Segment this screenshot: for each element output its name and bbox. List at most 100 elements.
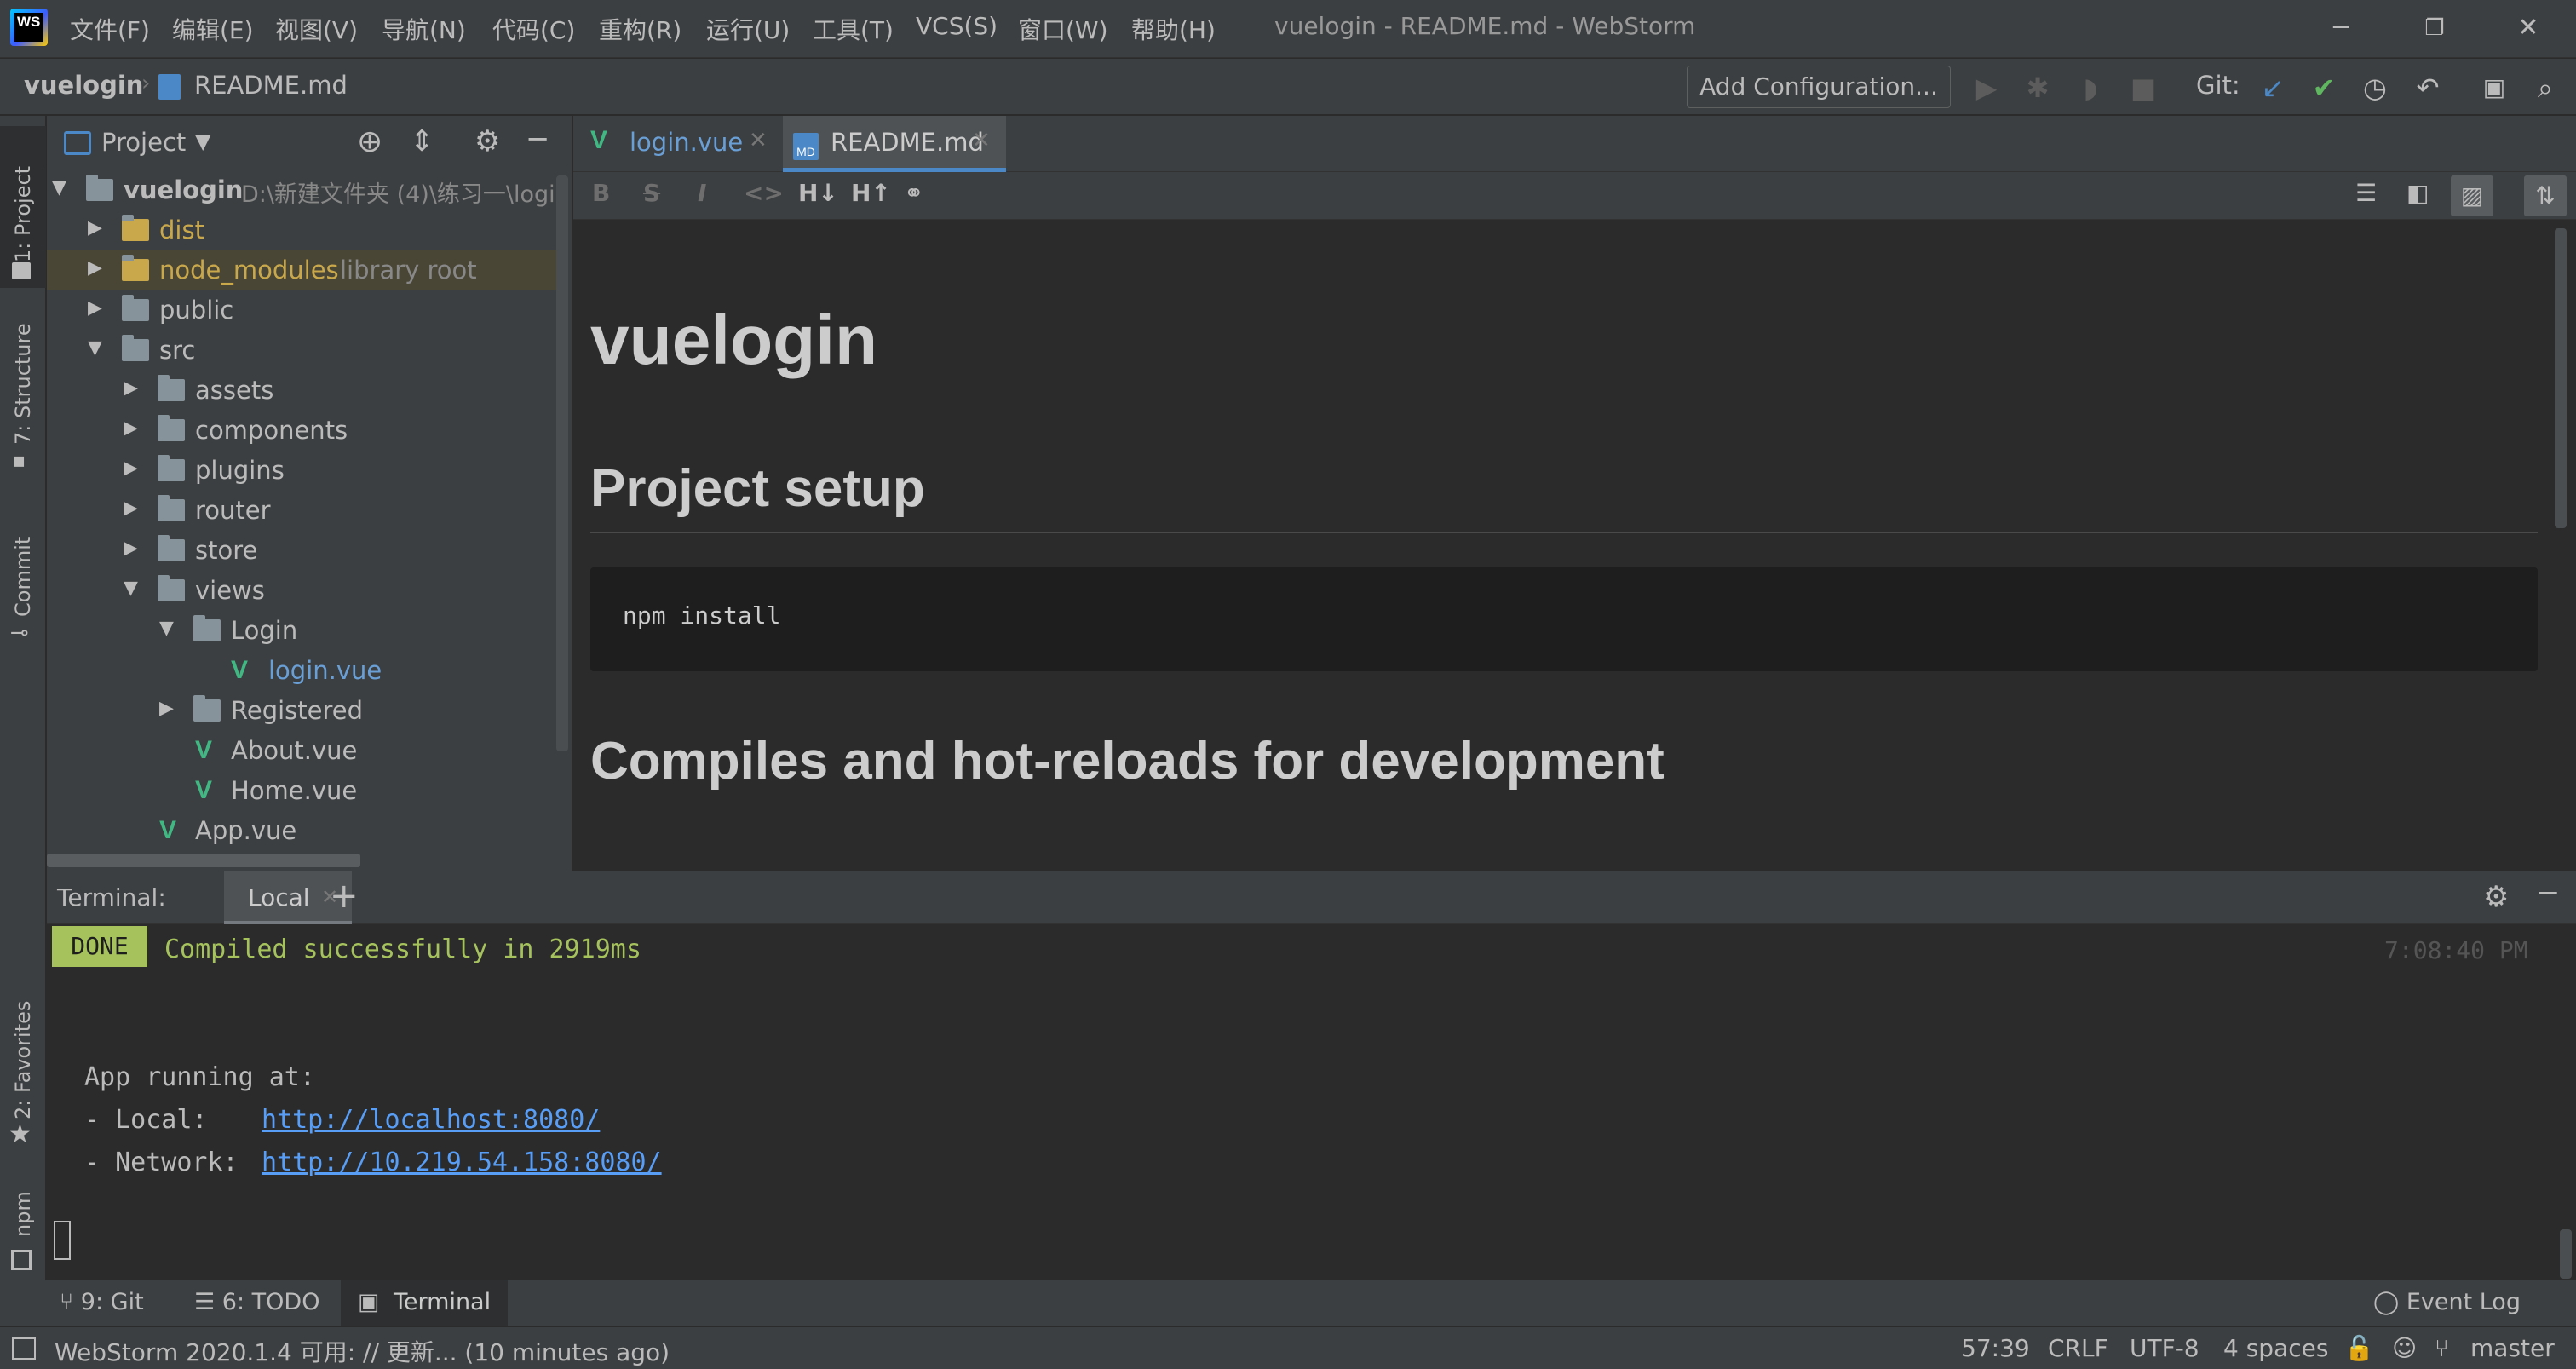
rollback-icon[interactable]: ↶ xyxy=(2409,69,2447,106)
line-separator[interactable]: CRLF xyxy=(2048,1334,2108,1362)
collapsed-arrow-icon[interactable]: ▶ xyxy=(124,417,138,439)
inspector-icon[interactable]: ☺ xyxy=(2392,1334,2417,1362)
header-down-button[interactable]: H↓ xyxy=(798,179,838,207)
tree-item-about-vue[interactable]: V About.vue xyxy=(47,731,566,771)
menu-help[interactable]: 帮助(H) xyxy=(1131,12,1216,46)
menu-run[interactable]: 运行(U) xyxy=(706,12,790,46)
restore-button[interactable]: ❐ xyxy=(2409,9,2460,48)
terminal-scrollbar[interactable] xyxy=(2560,1229,2572,1279)
tree-item-src[interactable]: ▼ src xyxy=(47,331,566,371)
gear-icon[interactable]: ⚙ xyxy=(2483,880,2509,914)
close-tab-icon[interactable]: ✕ xyxy=(972,128,991,153)
link-icon[interactable]: ⚭ xyxy=(904,179,923,207)
debug-icon[interactable]: ✱ xyxy=(2019,69,2056,106)
tree-item-app-vue[interactable]: V App.vue xyxy=(47,811,566,851)
menu-file[interactable]: 文件(F) xyxy=(70,12,150,46)
git-update-icon[interactable]: ↙ xyxy=(2254,69,2291,106)
italic-button[interactable]: I xyxy=(698,179,706,207)
collapsed-arrow-icon[interactable]: ▶ xyxy=(124,538,138,559)
menu-tools[interactable]: 工具(T) xyxy=(813,12,894,46)
add-configuration-button[interactable]: Add Configuration... xyxy=(1687,66,1951,108)
tree-root[interactable]: ▼ vuelogin D:\新建文件夹 (4)\练习一\logi xyxy=(47,170,566,210)
menu-edit[interactable]: 编辑(E) xyxy=(172,12,254,46)
tree-item-login-vue[interactable]: V login.vue xyxy=(47,651,566,691)
event-log-button[interactable]: ◯ Event Log xyxy=(2373,1289,2521,1315)
breadcrumb-project[interactable]: vuelogin xyxy=(24,71,143,100)
local-url-link[interactable]: http://localhost:8080/ xyxy=(262,1105,600,1135)
terminal-cursor[interactable] xyxy=(54,1221,71,1260)
tab-login-vue[interactable]: V login.vue ✕ xyxy=(573,116,776,172)
tree-item-router[interactable]: ▶ router xyxy=(47,491,566,531)
expanded-arrow-icon[interactable]: ▼ xyxy=(88,337,102,359)
webstorm-logo-icon[interactable]: WS xyxy=(10,9,48,46)
expanded-arrow-icon[interactable]: ▼ xyxy=(52,177,66,198)
tree-item-components[interactable]: ▶ components xyxy=(47,411,566,451)
menu-refactor[interactable]: 重构(R) xyxy=(599,12,681,46)
tab-terminal[interactable]: ▣ Terminal xyxy=(341,1280,508,1326)
tree-item-home-vue[interactable]: V Home.vue xyxy=(47,771,566,811)
preview-only-icon[interactable]: ▨ xyxy=(2451,175,2493,216)
collapse-all-icon[interactable]: ⇕ xyxy=(410,124,434,158)
close-tab-icon[interactable]: ✕ xyxy=(749,128,768,153)
terminal-window-icon[interactable]: ▣ xyxy=(2475,69,2513,106)
tab-readme-md[interactable]: MD README.md ✕ xyxy=(783,116,1006,172)
close-window-button[interactable]: ✕ xyxy=(2503,9,2554,48)
toggle-tool-windows-icon[interactable] xyxy=(12,1337,36,1360)
new-terminal-plus-icon[interactable]: + xyxy=(330,877,359,916)
hide-panel-icon[interactable]: ─ xyxy=(529,123,546,157)
menu-code[interactable]: 代码(C) xyxy=(492,12,575,46)
menu-view[interactable]: 视图(V) xyxy=(275,12,358,46)
horizontal-scrollbar[interactable] xyxy=(47,854,360,867)
indent-setting[interactable]: 4 spaces xyxy=(2223,1334,2328,1362)
menu-window[interactable]: 窗口(W) xyxy=(1018,12,1108,46)
scroll-sync-icon[interactable]: ⇅ xyxy=(2524,175,2567,216)
project-view-selector[interactable]: Project xyxy=(101,128,186,157)
menu-vcs[interactable]: VCS(S) xyxy=(916,12,998,40)
network-url-link[interactable]: http://10.219.54.158:8080/ xyxy=(262,1148,662,1177)
expanded-arrow-icon[interactable]: ▼ xyxy=(124,578,138,599)
file-encoding[interactable]: UTF-8 xyxy=(2130,1334,2199,1362)
tree-item-store[interactable]: ▶ store xyxy=(47,531,566,571)
tree-item-node-modules[interactable]: ▶ node_modules library root xyxy=(47,250,566,290)
tree-item-views[interactable]: ▼ views xyxy=(47,571,566,611)
gear-icon[interactable]: ⚙ xyxy=(474,124,500,158)
tree-item-login[interactable]: ▼ Login xyxy=(47,611,566,651)
strikethrough-button[interactable]: S xyxy=(643,179,660,207)
tab-todo[interactable]: ☰ 6: TODO xyxy=(194,1289,319,1315)
run-icon[interactable]: ▶ xyxy=(1968,69,2005,106)
git-commit-icon[interactable]: ✔ xyxy=(2305,69,2343,106)
status-message[interactable]: WebStorm 2020.1.4 可用: // 更新... (10 minut… xyxy=(55,1334,670,1368)
lock-icon[interactable]: 🔓 xyxy=(2344,1334,2374,1362)
bold-button[interactable]: B xyxy=(592,179,610,207)
hide-panel-icon[interactable]: ─ xyxy=(2539,877,2556,911)
tree-item-dist[interactable]: ▶ dist xyxy=(47,210,566,250)
vertical-scrollbar[interactable] xyxy=(556,175,568,751)
collapsed-arrow-icon[interactable]: ▶ xyxy=(124,377,138,399)
tree-item-assets[interactable]: ▶ assets xyxy=(47,371,566,411)
chevron-down-icon[interactable]: ▼ xyxy=(195,129,210,153)
tree-item-registered[interactable]: ▶ Registered xyxy=(47,691,566,731)
breadcrumb-file[interactable]: README.md xyxy=(194,71,348,100)
cursor-position[interactable]: 57:39 xyxy=(1961,1334,2030,1362)
minimize-button[interactable]: ─ xyxy=(2315,9,2366,48)
history-icon[interactable]: ◷ xyxy=(2356,69,2394,106)
collapsed-arrow-icon[interactable]: ▶ xyxy=(159,698,174,719)
tab-structure[interactable]: 7: Structure ▪ xyxy=(0,302,46,472)
collapsed-arrow-icon[interactable]: ▶ xyxy=(88,297,102,319)
tree-item-public[interactable]: ▶ public xyxy=(47,290,566,331)
tab-favorites[interactable]: 2: Favorites ★ xyxy=(0,976,46,1149)
locate-icon[interactable]: ⊕ xyxy=(357,124,382,159)
coverage-icon[interactable]: ◗ xyxy=(2072,69,2109,106)
editor-only-icon[interactable]: ☰ xyxy=(2355,179,2377,207)
code-button[interactable]: <> xyxy=(744,179,784,207)
search-icon[interactable]: ⌕ xyxy=(2527,69,2564,106)
header-up-button[interactable]: H↑ xyxy=(851,179,891,207)
tab-npm[interactable]: npm xyxy=(0,1169,46,1280)
stop-icon[interactable]: ■ xyxy=(2125,69,2162,106)
menu-navigate[interactable]: 导航(N) xyxy=(382,12,466,46)
tab-git[interactable]: ⑂ 9: Git xyxy=(60,1289,144,1315)
git-branch[interactable]: master xyxy=(2470,1334,2555,1362)
tab-commit[interactable]: Commit ⊸ xyxy=(0,494,46,647)
collapsed-arrow-icon[interactable]: ▶ xyxy=(124,457,138,479)
collapsed-arrow-icon[interactable]: ▶ xyxy=(124,498,138,519)
